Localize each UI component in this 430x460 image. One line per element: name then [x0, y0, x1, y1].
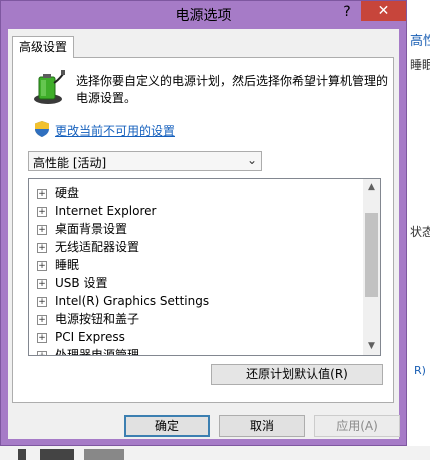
scroll-down-arrow-icon[interactable]: ▼ — [363, 338, 380, 355]
apply-button[interactable]: 应用(A) — [314, 415, 400, 437]
uac-shield-icon — [35, 121, 49, 137]
background-heading: 高性 — [410, 34, 430, 49]
dialog-client-area: 高级设置 选择你要自定义的电源计划，然后选择你希望计算机管理的电源设置。 更改当… — [8, 29, 400, 439]
tree-item-label: 睡眠 — [55, 258, 80, 272]
close-button[interactable]: ✕ — [361, 1, 406, 21]
expand-plus-icon[interactable]: + — [37, 279, 47, 289]
tree-item[interactable]: + USB 设置 — [29, 274, 359, 292]
ok-button[interactable]: 确定 — [124, 415, 210, 437]
expand-plus-icon[interactable]: + — [37, 351, 47, 355]
scroll-up-arrow-icon[interactable]: ▲ — [363, 179, 380, 196]
tree-item[interactable]: + 处理器电源管理 — [29, 346, 359, 356]
power-settings-tree[interactable]: + 硬盘 + Internet Explorer + 桌面背景设置 + 无线适配器设置 + 睡眠 +… — [28, 178, 381, 356]
background-text: 睡眠 — [410, 58, 430, 72]
expand-plus-icon[interactable]: + — [37, 333, 47, 343]
restore-plan-defaults-button[interactable]: 还原计划默认值(R) — [211, 364, 383, 385]
background-text: 状态 — [410, 225, 430, 239]
power-options-dialog: 电源选项 ? ✕ 高级设置 选择你要自定义的电源计划，然后选择你希望计算机管理的… — [0, 0, 407, 446]
tree-item[interactable]: + 电源按钮和盖子 — [29, 310, 359, 328]
tree-item-label: 处理器电源管理 — [55, 348, 140, 356]
tab-advanced-settings[interactable]: 高级设置 — [12, 36, 75, 58]
title-bar[interactable]: 电源选项 ? ✕ — [1, 1, 406, 27]
expand-plus-icon[interactable]: + — [37, 243, 47, 253]
cancel-button[interactable]: 取消 — [219, 415, 305, 437]
tree-item-label: Internet Explorer — [55, 204, 157, 218]
power-plan-dropdown[interactable]: 高性能 [活动] ⌄ — [28, 151, 262, 171]
help-button[interactable]: ? — [337, 3, 357, 21]
instruction-text: 选择你要自定义的电源计划，然后选择你希望计算机管理的电源设置。 — [76, 74, 389, 105]
background-taskbar-strip — [0, 446, 430, 460]
tree-item[interactable]: + 无线适配器设置 — [29, 238, 359, 256]
tree-item-label: 电源按钮和盖子 — [55, 312, 140, 326]
tree-item-label: PCI Express — [55, 330, 125, 344]
background-link: R) — [414, 364, 426, 377]
expand-plus-icon[interactable]: + — [37, 315, 47, 325]
tree-scrollbar[interactable]: ▲ ▼ — [363, 179, 380, 355]
tree-item[interactable]: + PCI Express — [29, 328, 359, 346]
tree-item-label: 硬盘 — [55, 186, 80, 200]
background-thumbnail — [40, 449, 74, 460]
expand-plus-icon[interactable]: + — [37, 261, 47, 271]
tree-item-label: 桌面背景设置 — [55, 222, 128, 236]
chevron-down-icon: ⌄ — [246, 153, 257, 167]
expand-plus-icon[interactable]: + — [37, 225, 47, 235]
background-thumbnail — [84, 449, 124, 460]
expand-plus-icon[interactable]: + — [37, 297, 47, 307]
tree-item[interactable]: + 桌面背景设置 — [29, 220, 359, 238]
advanced-settings-panel: 选择你要自定义的电源计划，然后选择你希望计算机管理的电源设置。 更改当前不可用的… — [12, 57, 394, 403]
tree-item[interactable]: + Intel(R) Graphics Settings — [29, 292, 359, 310]
tree-item-label: USB 设置 — [55, 276, 108, 290]
background-thumbnail — [18, 449, 26, 460]
scroll-thumb[interactable] — [365, 213, 378, 297]
tree-item[interactable]: + 睡眠 — [29, 256, 359, 274]
tree-item[interactable]: + 硬盘 — [29, 184, 359, 202]
battery-power-icon — [34, 70, 65, 104]
tree-item[interactable]: + Internet Explorer — [29, 202, 359, 220]
change-unavailable-settings-link[interactable]: 更改当前不可用的设置 — [55, 122, 175, 139]
power-plan-selected-value: 高性能 [活动] — [33, 156, 107, 170]
expand-plus-icon[interactable]: + — [37, 207, 47, 217]
expand-plus-icon[interactable]: + — [37, 189, 47, 199]
tree-item-label: 无线适配器设置 — [55, 240, 140, 254]
tree-item-label: Intel(R) Graphics Settings — [55, 294, 210, 308]
